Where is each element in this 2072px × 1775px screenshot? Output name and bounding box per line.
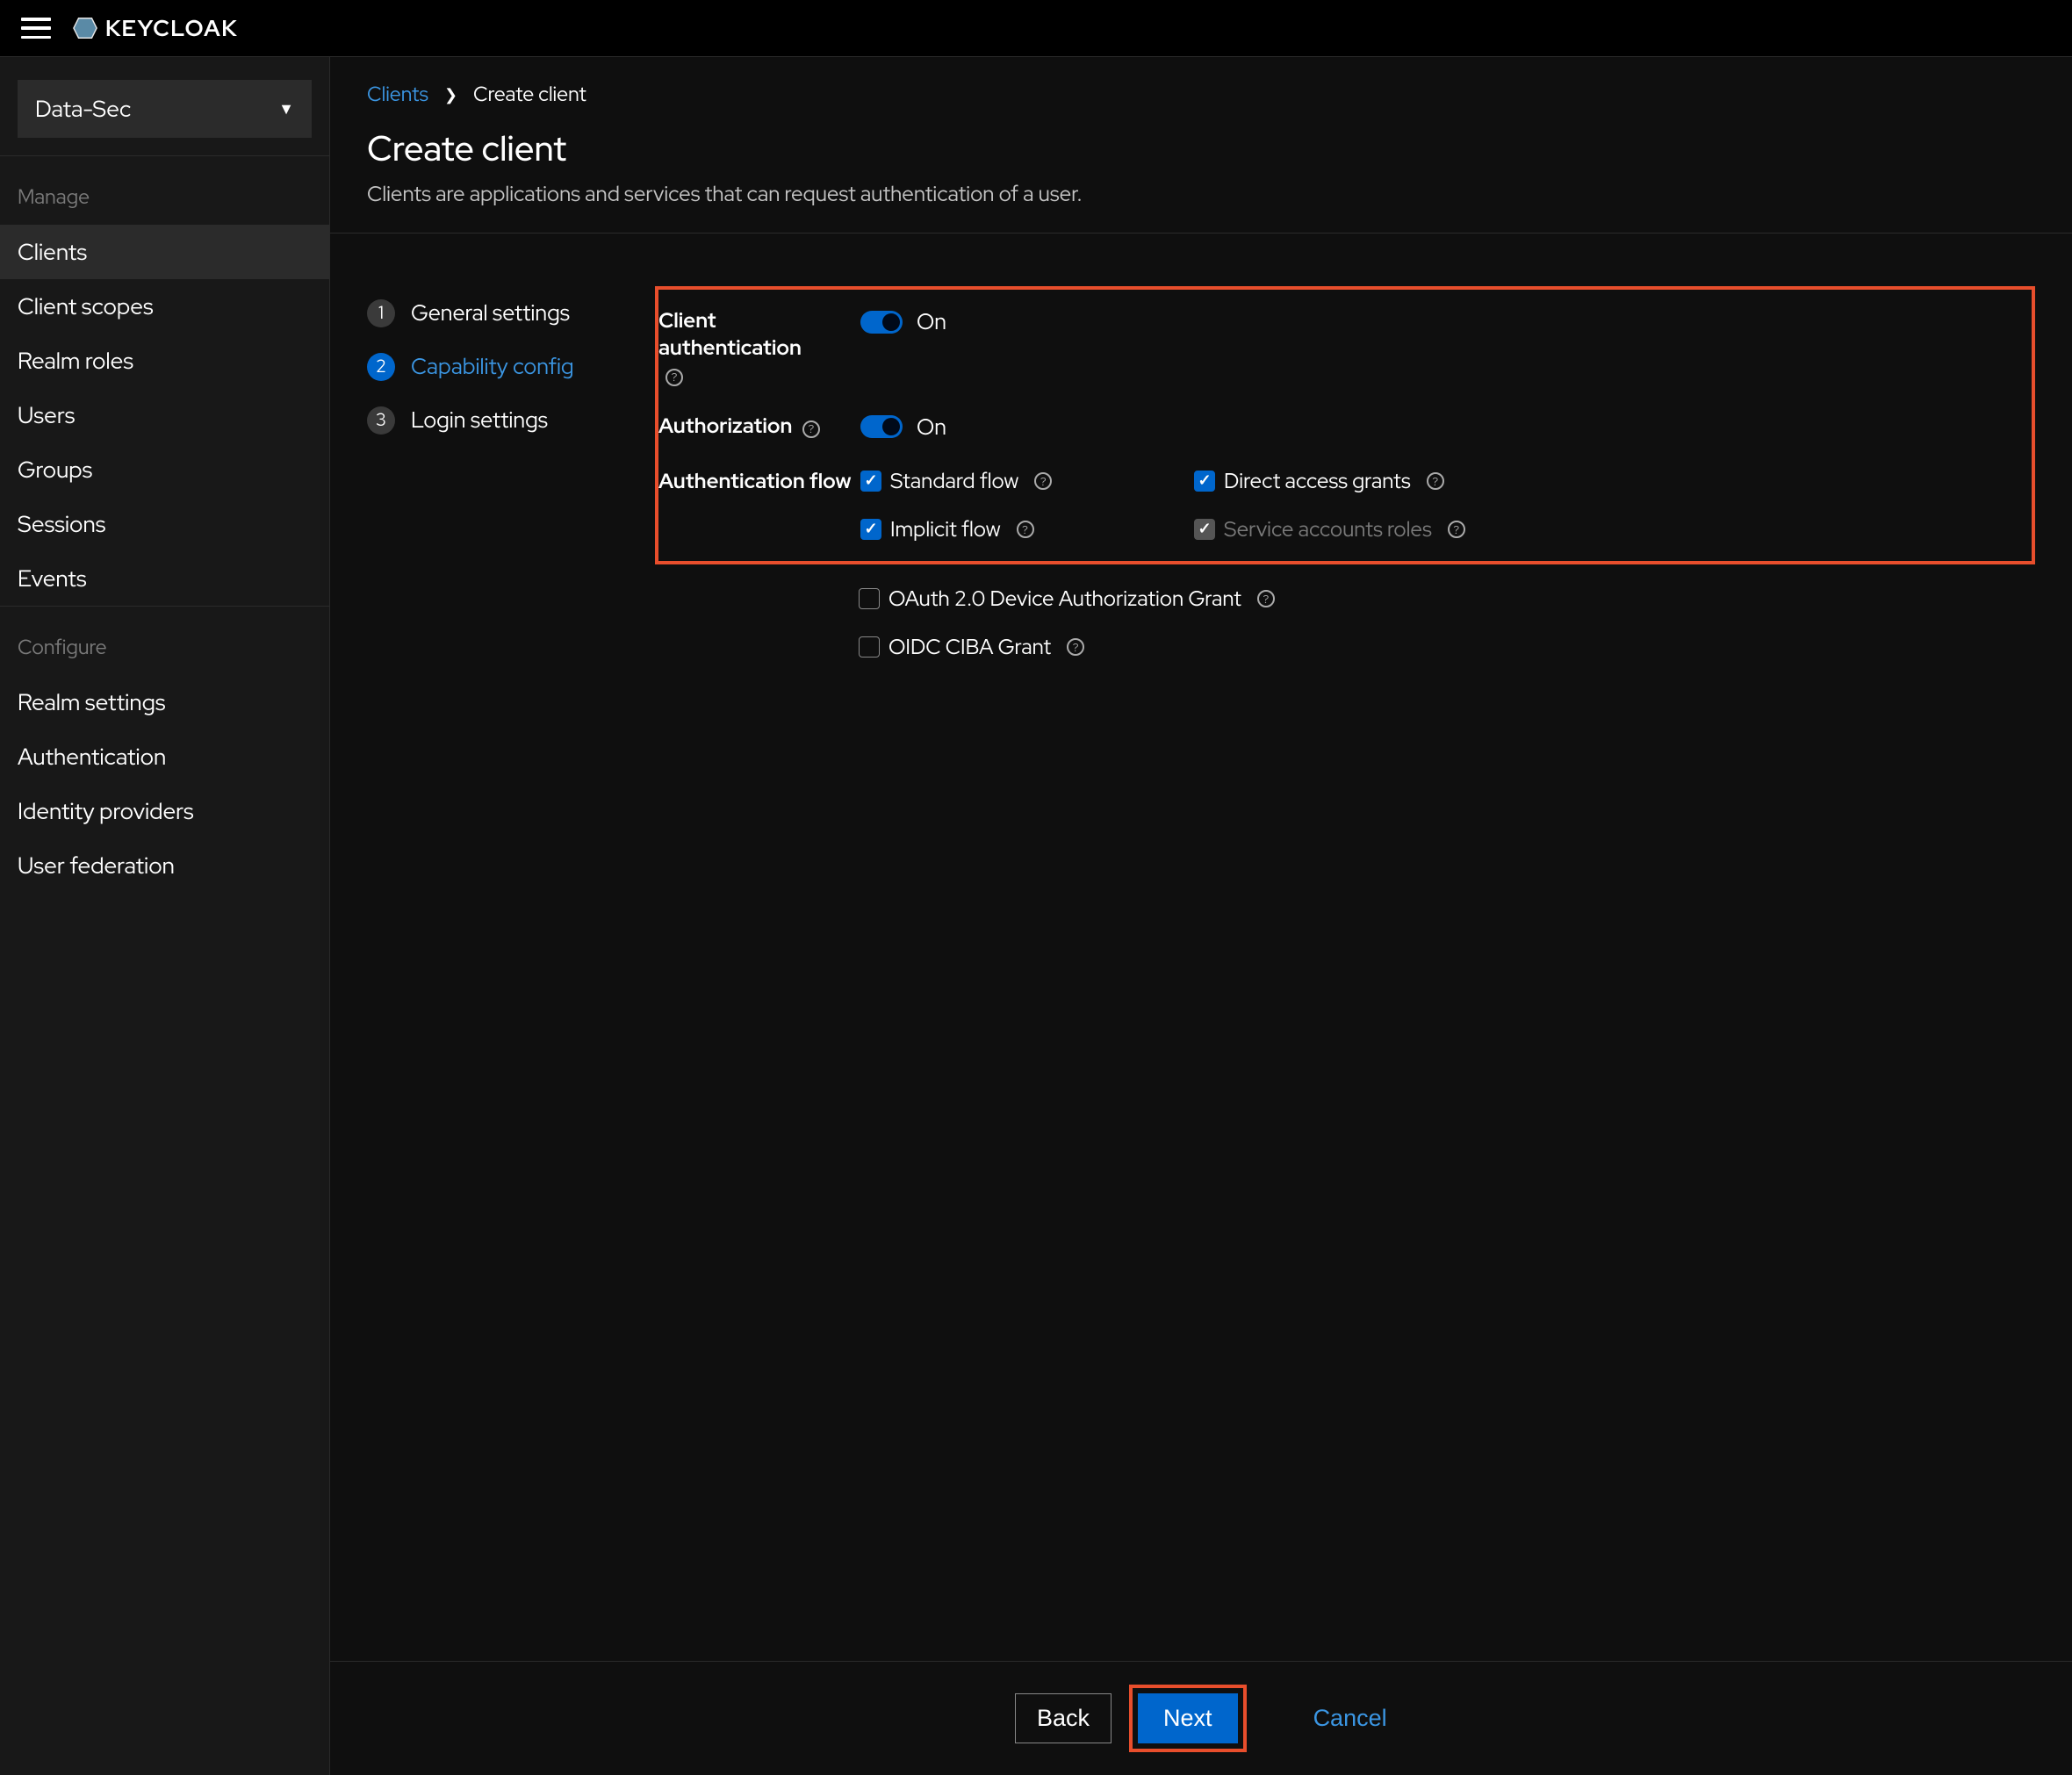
topbar: KEYCLOAK bbox=[0, 0, 2072, 56]
sidebar-item-authentication[interactable]: Authentication bbox=[0, 729, 329, 784]
checkbox-device-grant[interactable] bbox=[859, 588, 880, 609]
toggle-authorization[interactable] bbox=[860, 415, 903, 438]
checkbox-label: OAuth 2.0 Device Authorization Grant bbox=[889, 586, 1241, 613]
sidebar-item-client-scopes[interactable]: Client scopes bbox=[0, 279, 329, 334]
page-title: Create client bbox=[367, 126, 2035, 172]
sidebar-item-realm-settings[interactable]: Realm settings bbox=[0, 675, 329, 729]
section-heading-configure: Configure bbox=[0, 606, 329, 675]
checkbox-label: Direct access grants bbox=[1224, 468, 1411, 495]
sidebar-item-realm-roles[interactable]: Realm roles bbox=[0, 334, 329, 388]
brand-label: KEYCLOAK bbox=[105, 13, 238, 43]
keycloak-logo-icon bbox=[72, 15, 98, 41]
next-button[interactable]: Next bbox=[1138, 1693, 1238, 1743]
wizard-steps: 1 General settings 2 Capability config 3… bbox=[367, 286, 655, 1775]
step-number: 3 bbox=[367, 406, 395, 435]
step-label: Login settings bbox=[411, 406, 548, 435]
help-icon[interactable]: ? bbox=[665, 369, 683, 386]
checkbox-direct-access[interactable] bbox=[1194, 471, 1215, 492]
breadcrumb: Clients ❯ Create client bbox=[367, 82, 2035, 108]
chevron-right-icon: ❯ bbox=[444, 85, 457, 105]
help-icon[interactable]: ? bbox=[1034, 472, 1052, 490]
cancel-button[interactable]: Cancel bbox=[1313, 1705, 1387, 1732]
step-number: 1 bbox=[367, 299, 395, 327]
breadcrumb-root-link[interactable]: Clients bbox=[367, 82, 428, 108]
sidebar-item-user-federation[interactable]: User federation bbox=[0, 838, 329, 893]
help-icon[interactable]: ? bbox=[1067, 638, 1084, 656]
form-area: Client authentication ? On Authorization… bbox=[655, 286, 2035, 1775]
step-label: Capability config bbox=[411, 352, 574, 381]
step-number: 2 bbox=[367, 353, 395, 381]
help-icon[interactable]: ? bbox=[1427, 472, 1444, 490]
breadcrumb-current: Create client bbox=[473, 82, 586, 108]
brand-logo[interactable]: KEYCLOAK bbox=[72, 13, 238, 43]
checkbox-item-direct-access: Direct access grants ? bbox=[1194, 468, 1528, 495]
row-client-auth: Client authentication ? On bbox=[658, 307, 2014, 386]
checkbox-item-device-grant: OAuth 2.0 Device Authorization Grant ? bbox=[655, 586, 2035, 613]
checkbox-label: OIDC CIBA Grant bbox=[889, 634, 1051, 661]
help-icon[interactable]: ? bbox=[1257, 590, 1275, 607]
checkbox-implicit-flow[interactable] bbox=[860, 519, 881, 540]
step-label: General settings bbox=[411, 298, 570, 327]
section-heading-manage: Manage bbox=[0, 155, 329, 225]
checkbox-item-ciba-grant: OIDC CIBA Grant ? bbox=[655, 634, 2035, 661]
next-button-highlight: Next bbox=[1129, 1685, 1247, 1752]
sidebar: Data-Sec ▼ Manage Clients Client scopes … bbox=[0, 56, 330, 1775]
checkbox-item-service-accounts: Service accounts roles ? bbox=[1194, 516, 1528, 543]
main-header: Clients ❯ Create client Create client Cl… bbox=[330, 57, 2072, 234]
row-authorization: Authorization ? On bbox=[658, 413, 2014, 442]
label-authorization: Authorization bbox=[658, 413, 792, 440]
back-button[interactable]: Back bbox=[1015, 1693, 1112, 1743]
help-icon[interactable]: ? bbox=[1448, 521, 1465, 538]
help-icon[interactable]: ? bbox=[1017, 521, 1034, 538]
checkbox-label: Service accounts roles bbox=[1224, 516, 1432, 543]
realm-selected-label: Data-Sec bbox=[35, 94, 131, 124]
wizard-step-general[interactable]: 1 General settings bbox=[367, 286, 641, 340]
toggle-client-auth[interactable] bbox=[860, 311, 903, 334]
help-icon[interactable]: ? bbox=[802, 420, 820, 438]
checkbox-service-accounts bbox=[1194, 519, 1215, 540]
sidebar-item-identity-providers[interactable]: Identity providers bbox=[0, 784, 329, 838]
wizard-step-capability[interactable]: 2 Capability config bbox=[367, 340, 641, 393]
wizard-step-login[interactable]: 3 Login settings bbox=[367, 393, 641, 447]
sidebar-item-events[interactable]: Events bbox=[0, 551, 329, 606]
toggle-client-auth-value: On bbox=[917, 307, 946, 336]
hamburger-icon[interactable] bbox=[21, 18, 51, 39]
caret-down-icon: ▼ bbox=[278, 99, 294, 119]
checkbox-label: Implicit flow bbox=[890, 516, 1001, 543]
checkbox-ciba-grant[interactable] bbox=[859, 636, 880, 658]
main-content: 1 General settings 2 Capability config 3… bbox=[330, 234, 2072, 1775]
checkbox-standard-flow[interactable] bbox=[860, 471, 881, 492]
layout: Data-Sec ▼ Manage Clients Client scopes … bbox=[0, 56, 2072, 1775]
realm-selector[interactable]: Data-Sec ▼ bbox=[18, 80, 312, 138]
checkbox-item-standard-flow: Standard flow ? bbox=[860, 468, 1194, 495]
page-subtitle: Clients are applications and services th… bbox=[367, 181, 2035, 208]
toggle-authorization-value: On bbox=[917, 413, 946, 442]
sidebar-item-users[interactable]: Users bbox=[0, 388, 329, 442]
sidebar-item-sessions[interactable]: Sessions bbox=[0, 497, 329, 551]
checkbox-label: Standard flow bbox=[890, 468, 1018, 495]
sidebar-item-groups[interactable]: Groups bbox=[0, 442, 329, 497]
wizard-footer: Back Next Cancel bbox=[330, 1661, 2072, 1775]
sidebar-item-clients[interactable]: Clients bbox=[0, 225, 329, 279]
row-auth-flow: Authentication flow Standard flow ? Dire… bbox=[658, 468, 2014, 543]
main: Clients ❯ Create client Create client Cl… bbox=[330, 56, 2072, 1775]
auth-flow-extra: OAuth 2.0 Device Authorization Grant ? O… bbox=[655, 564, 2035, 661]
checkbox-item-implicit-flow: Implicit flow ? bbox=[860, 516, 1194, 543]
label-auth-flow: Authentication flow bbox=[658, 468, 852, 495]
label-client-auth: Client authentication bbox=[658, 307, 802, 362]
highlight-box: Client authentication ? On Authorization… bbox=[655, 286, 2035, 564]
